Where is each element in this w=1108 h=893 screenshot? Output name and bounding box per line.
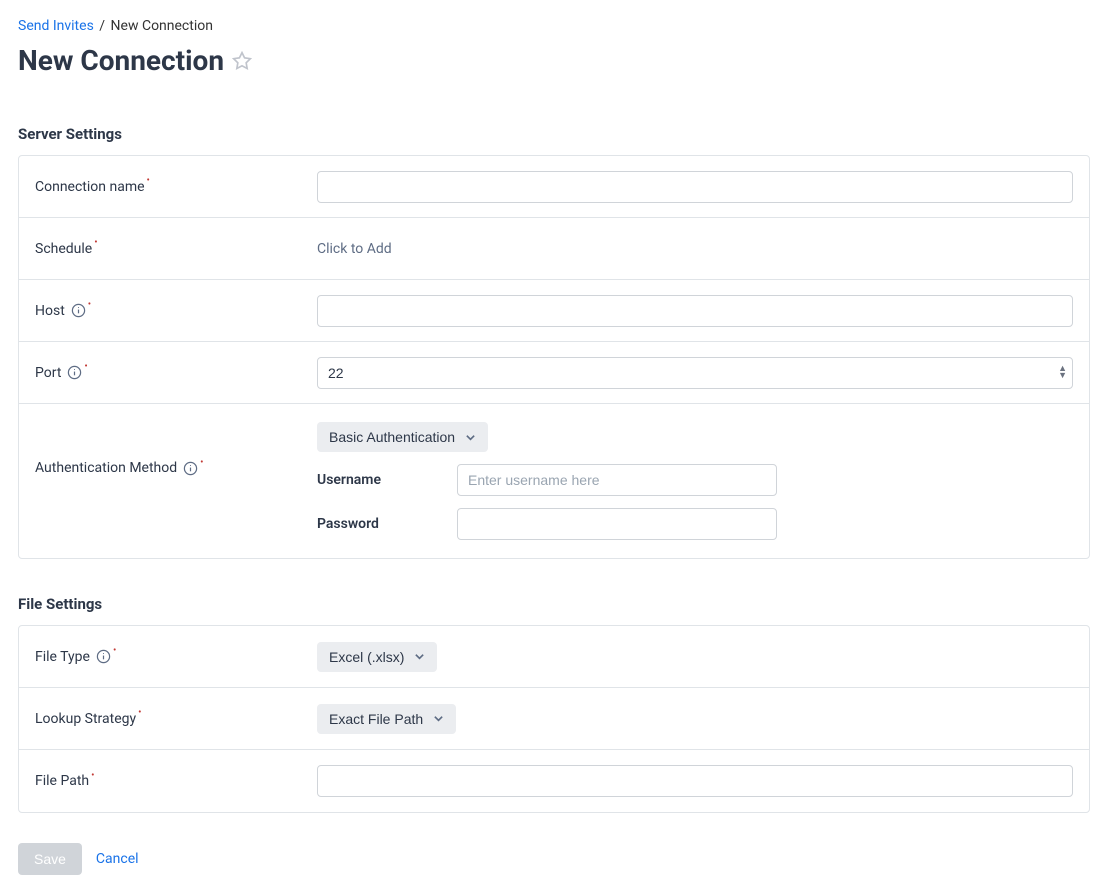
file-type-label: File Type [35,649,90,665]
file-settings-heading: File Settings [18,595,1090,613]
file-type-dropdown[interactable]: Excel (.xlsx) [317,642,437,672]
chevron-down-icon [433,713,444,724]
auth-method-dropdown[interactable]: Basic Authentication [317,422,488,452]
chevron-down-icon [465,432,476,443]
schedule-click-to-add[interactable]: Click to Add [317,241,392,257]
port-input[interactable] [317,357,1073,389]
port-label: Port [35,365,61,381]
host-input[interactable] [317,295,1073,327]
required-indicator: • [200,457,203,468]
breadcrumb-separator: / [99,18,105,34]
required-indicator: • [88,299,91,310]
required-indicator: • [91,770,94,781]
file-settings-panel: File Type • Excel (.xlsx) Lookup Strateg… [18,625,1090,813]
connection-name-input[interactable] [317,171,1073,203]
breadcrumb-current: New Connection [111,18,213,34]
breadcrumb: Send Invites / New Connection [18,18,1090,34]
password-label: Password [317,516,457,532]
server-settings-heading: Server Settings [18,125,1090,143]
info-icon[interactable] [71,303,86,318]
info-icon[interactable] [67,365,82,380]
username-label: Username [317,472,457,488]
info-icon[interactable] [183,461,198,476]
save-button[interactable]: Save [18,843,82,875]
info-icon[interactable] [96,649,111,664]
schedule-label: Schedule [35,241,92,257]
required-indicator: • [84,361,87,372]
server-settings-panel: Connection name • Schedule • Click to Ad… [18,155,1090,559]
auth-method-value: Basic Authentication [329,429,455,445]
password-input[interactable] [457,508,777,540]
lookup-strategy-label: Lookup Strategy [35,711,136,727]
breadcrumb-parent-link[interactable]: Send Invites [18,18,94,34]
lookup-strategy-dropdown[interactable]: Exact File Path [317,704,456,734]
username-input[interactable] [457,464,777,496]
auth-method-label: Authentication Method [35,460,177,476]
required-indicator: • [113,645,116,656]
chevron-down-icon [414,651,425,662]
host-label: Host [35,303,65,319]
file-path-input[interactable] [317,765,1073,797]
lookup-strategy-value: Exact File Path [329,711,423,727]
page-title: New Connection [18,44,224,77]
file-path-label: File Path [35,773,89,789]
cancel-link[interactable]: Cancel [96,851,139,867]
required-indicator: • [147,175,150,186]
favorite-star-icon[interactable] [232,51,252,71]
required-indicator: • [138,707,141,718]
required-indicator: • [94,237,97,248]
port-step-down[interactable]: ▼ [1058,373,1067,380]
connection-name-label: Connection name [35,179,145,195]
file-type-value: Excel (.xlsx) [329,649,404,665]
